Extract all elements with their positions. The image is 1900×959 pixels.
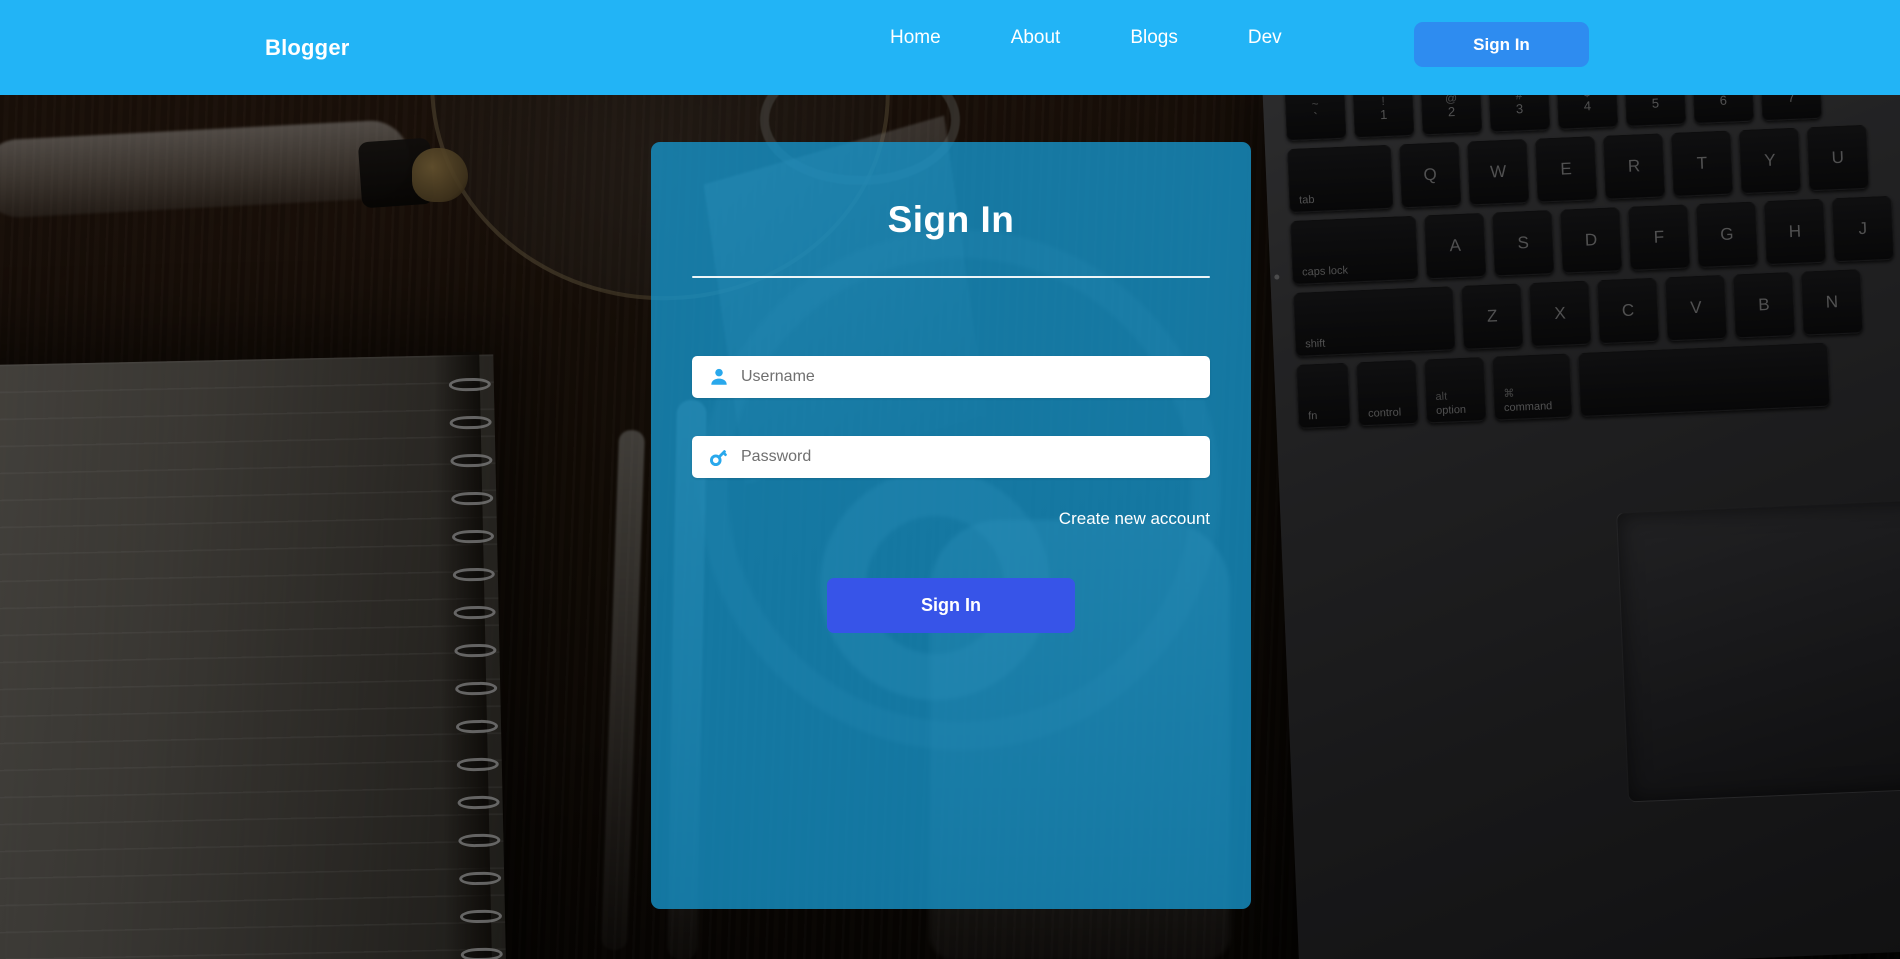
username-input[interactable]	[732, 356, 1210, 398]
password-field[interactable]	[692, 436, 1210, 478]
username-field[interactable]	[692, 356, 1210, 398]
login-page: ~`!1@2#3$4%5^6&7tabQWERTYUcaps lockASDFG…	[0, 0, 1900, 959]
top-navbar: Blogger Home About Blogs Dev Sign In	[0, 0, 1900, 95]
card-title: Sign In	[887, 199, 1015, 240]
nav-links: Home About Blogs Dev	[855, 27, 1317, 49]
account-person-icon	[706, 364, 732, 390]
nav-link-home[interactable]: Home	[855, 27, 976, 49]
nav-link-dev[interactable]: Dev	[1213, 27, 1317, 49]
password-input[interactable]	[732, 436, 1210, 478]
submit-button-row: Sign In	[692, 578, 1210, 633]
create-account-link[interactable]: Create new account	[692, 509, 1210, 529]
nav-link-blogs[interactable]: Blogs	[1095, 27, 1213, 49]
navbar-signin-button[interactable]: Sign In	[1414, 22, 1589, 67]
signin-card: Sign In Create new accoun	[651, 142, 1251, 909]
brand-logo[interactable]: Blogger	[265, 35, 350, 61]
title-divider	[692, 276, 1210, 278]
signin-submit-button[interactable]: Sign In	[827, 578, 1075, 633]
nav-link-about[interactable]: About	[976, 27, 1096, 49]
key-icon	[706, 444, 732, 470]
